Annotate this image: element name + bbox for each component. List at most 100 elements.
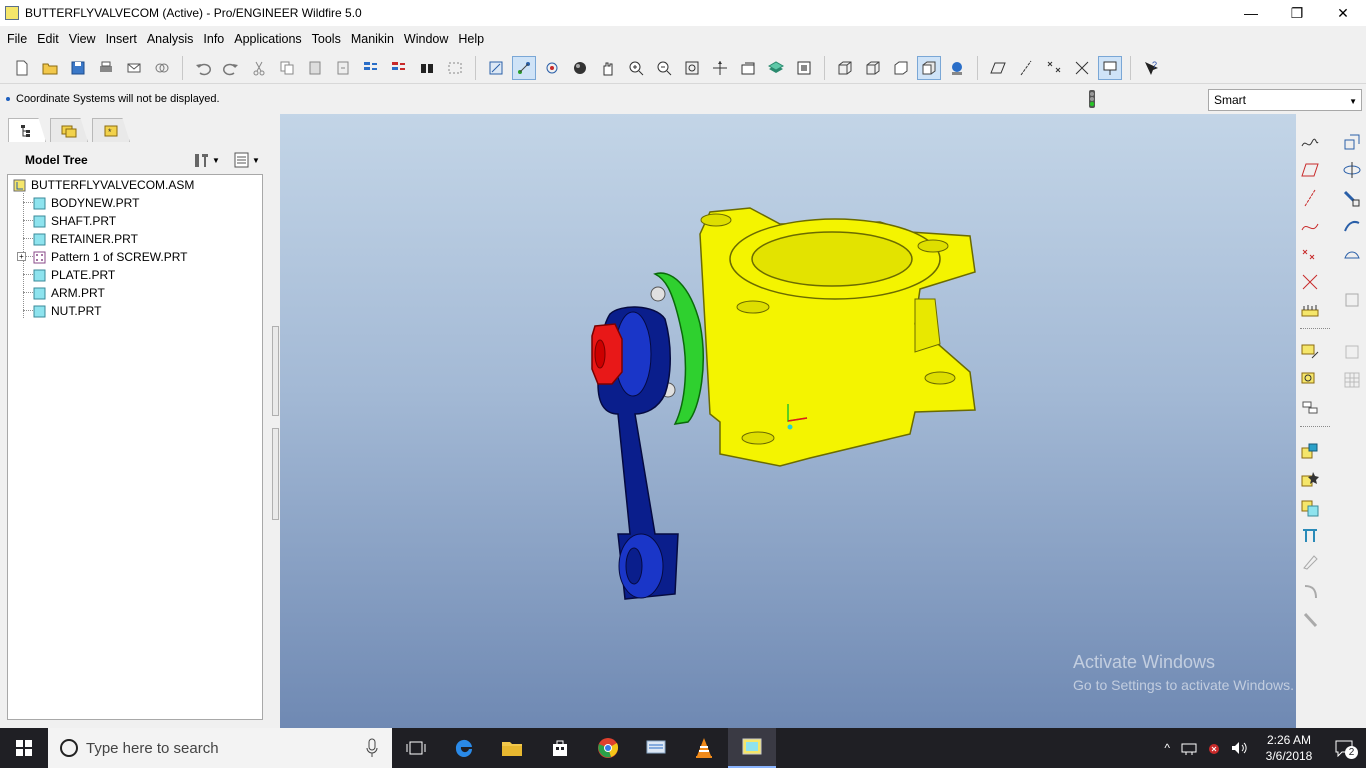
selection-filter-select[interactable]: Smart ▼ (1208, 89, 1362, 111)
cut-out-tool[interactable] (1298, 524, 1322, 548)
menu-insert[interactable]: Insert (101, 32, 142, 46)
regen-manager-button[interactable] (387, 56, 411, 80)
menu-file[interactable]: File (2, 32, 32, 46)
battery-warning-icon[interactable] (1206, 740, 1222, 756)
cut-button[interactable] (247, 56, 271, 80)
appearance-button[interactable] (568, 56, 592, 80)
datum-curve-tool[interactable] (1298, 214, 1322, 238)
tree-item[interactable]: SHAFT.PRT (33, 212, 116, 230)
start-button[interactable] (0, 728, 48, 768)
chamfer-tool[interactable] (1298, 608, 1322, 632)
sweep-tool[interactable] (1340, 186, 1364, 210)
menu-view[interactable]: View (64, 32, 101, 46)
valve-body[interactable] (699, 207, 976, 467)
panel-splitter-handle[interactable] (272, 326, 279, 416)
datum-csys-tool[interactable] (1298, 270, 1322, 294)
hidden-line-button[interactable] (861, 56, 885, 80)
orient-mode-button[interactable] (540, 56, 564, 80)
menu-applications[interactable]: Applications (229, 32, 306, 46)
close-button[interactable]: ✕ (1320, 0, 1366, 26)
tree-item[interactable]: NUT.PRT (33, 302, 101, 320)
tree-settings-button[interactable]: ▼ (192, 150, 224, 170)
hole-tool[interactable] (1298, 550, 1322, 574)
view-manager-button[interactable] (792, 56, 816, 80)
csys-toggle[interactable] (1070, 56, 1094, 80)
chevron-up-icon[interactable]: ^ (1164, 741, 1170, 755)
regeneration-status-icon[interactable] (1086, 89, 1098, 109)
annotation-tool[interactable] (1298, 340, 1322, 364)
restore-button[interactable]: ❐ (1274, 0, 1320, 26)
taskbar-search-input[interactable]: Type here to search (48, 728, 392, 768)
tab-model-tree[interactable] (8, 118, 46, 142)
tree-item[interactable]: PLATE.PRT (33, 266, 115, 284)
tree-item[interactable]: ARM.PRT (33, 284, 105, 302)
tree-expander[interactable]: + (17, 252, 26, 261)
microphone-icon[interactable] (366, 738, 378, 758)
component-tool[interactable] (1298, 368, 1322, 392)
create-component-tool[interactable] (1298, 468, 1322, 492)
find-button[interactable] (415, 56, 439, 80)
volume-icon[interactable] (1230, 740, 1248, 756)
menu-tools[interactable]: Tools (307, 32, 346, 46)
datum-planes-toggle[interactable] (986, 56, 1010, 80)
saved-views-button[interactable] (736, 56, 760, 80)
tab-favorites[interactable]: * (92, 118, 130, 142)
copy-button[interactable] (275, 56, 299, 80)
no-hidden-button[interactable] (889, 56, 913, 80)
datum-plane-tool[interactable] (1298, 158, 1322, 182)
new-file-button[interactable] (10, 56, 34, 80)
shell-tool[interactable] (1340, 340, 1364, 364)
repaint-button[interactable] (484, 56, 508, 80)
proe-taskbar-button[interactable] (728, 728, 776, 768)
datum-axes-toggle[interactable] (1014, 56, 1038, 80)
zoom-in-button[interactable] (624, 56, 648, 80)
menu-help[interactable]: Help (453, 32, 489, 46)
control-panel-taskbar-button[interactable] (632, 728, 680, 768)
minimize-button[interactable]: — (1228, 0, 1274, 26)
merge-tool[interactable] (1298, 496, 1322, 520)
menu-analysis[interactable]: Analysis (142, 32, 199, 46)
taskbar-clock[interactable]: 2:26 AM 3/6/2018 (1256, 732, 1322, 764)
datum-point-tool[interactable] (1298, 242, 1322, 266)
add-component-tool[interactable] (1298, 440, 1322, 464)
sketch-tool[interactable] (1298, 130, 1322, 154)
revolve-tool[interactable] (1340, 158, 1364, 182)
select-box-button[interactable] (443, 56, 467, 80)
tree-show-button[interactable]: ▼ (232, 150, 266, 170)
tree-root-item[interactable]: BUTTERFLYVALVECOM.ASM (13, 176, 194, 194)
spin-center-button[interactable] (512, 55, 536, 80)
datum-points-toggle[interactable] (1042, 56, 1066, 80)
menu-info[interactable]: Info (198, 32, 229, 46)
paste-special-button[interactable] (331, 56, 355, 80)
store-taskbar-button[interactable] (536, 728, 584, 768)
menu-manikin[interactable]: Manikin (346, 32, 399, 46)
style-tool[interactable] (1340, 288, 1364, 312)
menu-edit[interactable]: Edit (32, 32, 64, 46)
tree-item[interactable]: Pattern 1 of SCREW.PRT (33, 248, 188, 266)
tree-item[interactable]: RETAINER.PRT (33, 230, 138, 248)
boundary-blend-tool[interactable] (1340, 242, 1364, 266)
send-email-button[interactable] (122, 56, 146, 80)
pattern-tool[interactable] (1340, 368, 1364, 392)
action-center-button[interactable]: 2 (1322, 728, 1366, 768)
file-explorer-taskbar-button[interactable] (488, 728, 536, 768)
blend-tool[interactable] (1340, 214, 1364, 238)
assembly-model-view[interactable] (280, 114, 1296, 728)
graphics-window[interactable]: Activate Windows Go to Settings to activ… (280, 114, 1296, 728)
paste-button[interactable] (303, 56, 327, 80)
refit-button[interactable] (680, 56, 704, 80)
vlc-taskbar-button[interactable] (680, 728, 728, 768)
annotation-toggle[interactable] (1098, 55, 1122, 80)
assemble-tool[interactable] (1298, 396, 1322, 420)
layers-button[interactable] (764, 56, 788, 80)
redo-button[interactable] (219, 56, 243, 80)
network-icon[interactable] (1180, 740, 1198, 756)
extrude-tool[interactable] (1340, 130, 1364, 154)
chrome-taskbar-button[interactable] (584, 728, 632, 768)
send-link-button[interactable] (150, 56, 174, 80)
task-view-button[interactable] (392, 728, 440, 768)
edge-taskbar-button[interactable] (440, 728, 488, 768)
zoom-out-button[interactable] (652, 56, 676, 80)
undo-button[interactable] (191, 56, 215, 80)
analysis-feature-tool[interactable] (1298, 298, 1322, 322)
